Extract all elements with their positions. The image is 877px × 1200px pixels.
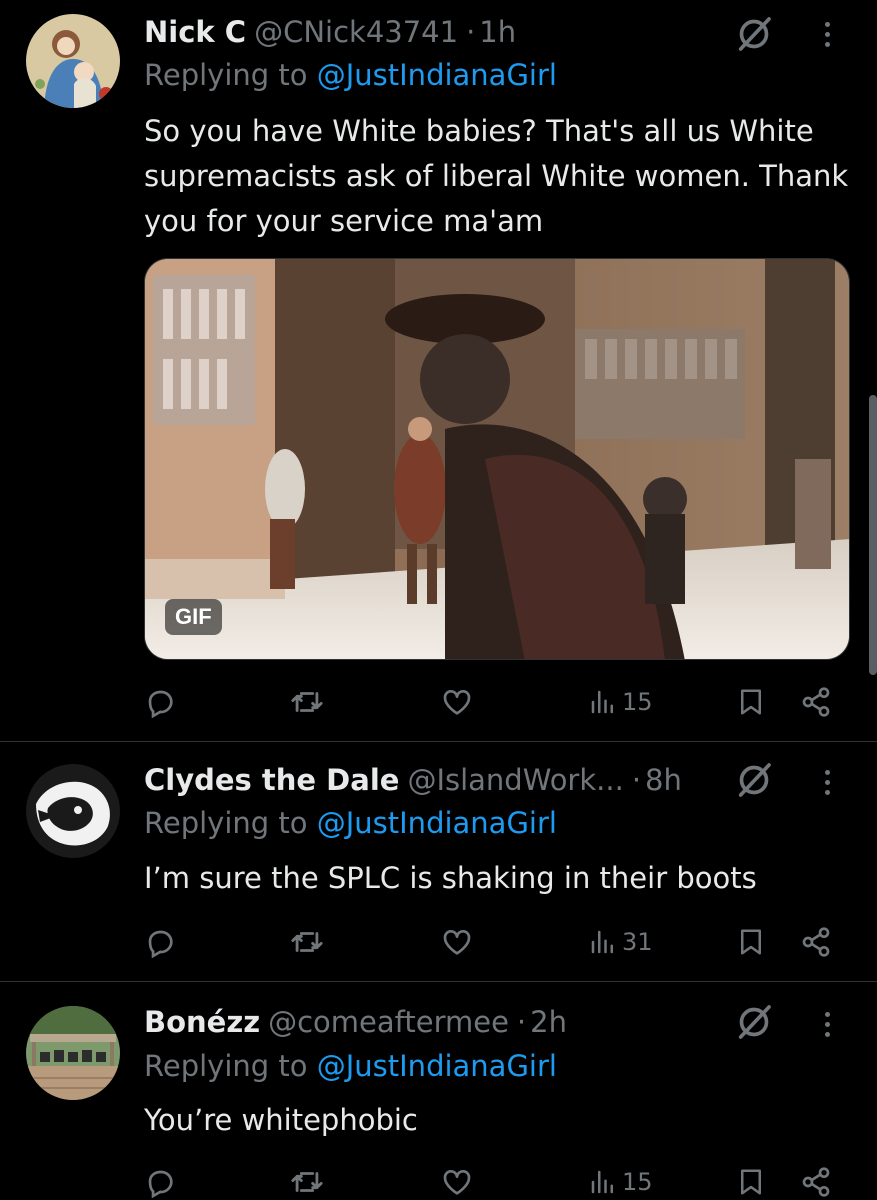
reply-icon [144,1166,176,1198]
tweet-text: So you have White babies? That's all us … [144,114,849,238]
display-name[interactable]: Clydes the Dale [144,763,399,797]
views-icon [588,1167,618,1197]
display-name[interactable]: Nick C [144,15,246,49]
views-icon [588,687,618,717]
tweet-actions: 15 [0,682,877,722]
heart-icon [441,1166,473,1198]
views-count: 15 [622,1168,653,1196]
views-icon [588,927,618,957]
separator-dot: · [466,15,476,49]
gif-badge: GIF [165,599,222,635]
retweet-icon [290,1165,324,1199]
share-button[interactable] [800,922,832,962]
mention-link[interactable]: @JustIndianaGirl [317,806,557,840]
bookmark-icon [736,1167,766,1197]
replying-to-label: Replying to [144,806,317,840]
tweet-header: Bonézz @comeaftermee · 2h [144,1002,567,1042]
replying-to-line: Replying to @JustIndianaGirl [144,1049,557,1083]
views-count: 31 [622,928,653,956]
tweet-header: Nick C @CNick43741 · 1h [144,12,516,52]
bookmark-icon [736,927,766,957]
more-icon[interactable] [812,14,842,54]
bookmark-button[interactable] [736,682,766,722]
reply-button[interactable] [144,682,176,722]
scrollbar[interactable] [869,395,877,675]
views-count: 15 [622,688,653,716]
reply-icon [144,686,176,718]
bookmark-button[interactable] [736,922,766,962]
like-button[interactable] [441,682,473,722]
more-icon[interactable] [812,762,842,802]
timestamp[interactable]: 2h [530,1005,567,1039]
more-icon[interactable] [812,1004,842,1044]
share-button[interactable] [800,1162,832,1200]
timestamp[interactable]: 1h [479,15,516,49]
timestamp[interactable]: 8h [645,763,682,797]
retweet-button[interactable] [290,1162,324,1200]
mention-link[interactable]: @JustIndianaGirl [317,1049,557,1083]
retweet-button[interactable] [290,922,324,962]
avatar[interactable] [26,1006,120,1100]
reply-tweet[interactable]: Bonézz @comeaftermee · 2h Replying to @J… [0,982,877,1200]
tweet-text: You’re whitephobic [144,1103,418,1137]
tweet-text: I’m sure the SPLC is shaking in their bo… [144,861,757,895]
grok-icon[interactable] [734,14,774,54]
like-button[interactable] [441,1162,473,1200]
grok-icon[interactable] [734,760,774,800]
replying-to-line: Replying to @JustIndianaGirl [144,58,557,92]
retweet-icon [290,925,324,959]
retweet-icon [290,685,324,719]
share-button[interactable] [800,682,832,722]
reply-icon [144,926,176,958]
views-button[interactable]: 31 [588,922,653,962]
heart-icon [441,686,473,718]
tweet-header: Clydes the Dale @IslandWork... · 8h [144,760,682,800]
replying-to-label: Replying to [144,58,317,92]
replying-to-line: Replying to @JustIndianaGirl [144,806,557,840]
like-button[interactable] [441,922,473,962]
reply-tweet[interactable]: Clydes the Dale @IslandWork... · 8h Repl… [0,742,877,980]
display-name[interactable]: Bonézz [144,1005,260,1039]
gif-media[interactable]: GIF [144,258,850,660]
reply-tweet[interactable]: Nick C @CNick43741 · 1h Replying to @Jus… [0,0,877,740]
tweet-actions: 15 [0,1162,877,1200]
views-button[interactable]: 15 [588,1162,653,1200]
reply-button[interactable] [144,922,176,962]
user-handle[interactable]: @IslandWork... [407,763,623,797]
avatar[interactable] [26,14,120,108]
user-handle[interactable]: @CNick43741 [254,15,458,49]
mention-link[interactable]: @JustIndianaGirl [317,58,557,92]
bookmark-button[interactable] [736,1162,766,1200]
share-icon [800,926,832,958]
gif-frame-image [145,259,849,659]
reply-feed: Nick C @CNick43741 · 1h Replying to @Jus… [0,0,877,1200]
separator-dot: · [516,1005,527,1039]
bookmark-icon [736,687,766,717]
user-handle[interactable]: @comeaftermee [268,1005,509,1039]
replying-to-label: Replying to [144,1049,317,1083]
tweet-actions: 31 [0,922,877,962]
share-icon [800,686,832,718]
share-icon [800,1166,832,1198]
reply-button[interactable] [144,1162,176,1200]
grok-icon[interactable] [734,1002,774,1042]
views-button[interactable]: 15 [588,682,653,722]
heart-icon [441,926,473,958]
separator-dot: · [631,763,642,797]
retweet-button[interactable] [290,682,324,722]
avatar[interactable] [26,764,120,858]
